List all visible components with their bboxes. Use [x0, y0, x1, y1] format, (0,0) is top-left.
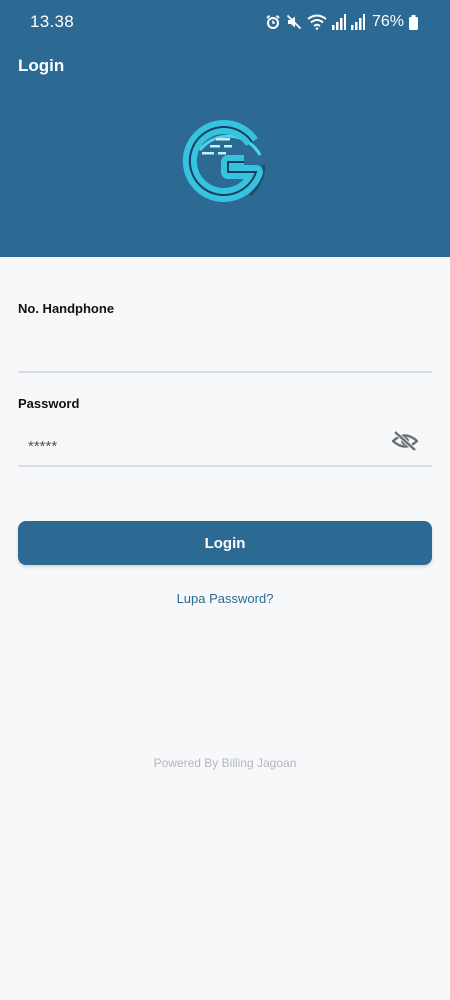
login-button[interactable]: Login [18, 521, 432, 565]
g-logo-icon [182, 120, 266, 203]
header: 13.38 76% Login [0, 0, 450, 257]
alarm-icon [266, 15, 280, 29]
phone-input[interactable] [18, 333, 432, 373]
powered-by-text: Powered By Billing Jagoan [153, 756, 297, 770]
eye-off-icon[interactable] [392, 429, 418, 453]
password-input[interactable] [18, 427, 432, 467]
wifi-icon [307, 14, 327, 30]
status-bar: 13.38 76% [0, 0, 450, 44]
battery-icon [409, 14, 418, 30]
status-time: 13.38 [30, 12, 75, 31]
battery-percent: 76% [371, 13, 404, 30]
signal-icon [331, 14, 346, 30]
mute-icon [286, 14, 302, 30]
password-label: Password [18, 396, 80, 411]
forgot-password-link[interactable]: Lupa Password? [0, 591, 450, 606]
status-icons: 76% [265, 12, 418, 32]
page-title: Login [18, 56, 65, 75]
signal-icon [350, 14, 365, 30]
phone-label: No. Handphone [18, 301, 115, 316]
